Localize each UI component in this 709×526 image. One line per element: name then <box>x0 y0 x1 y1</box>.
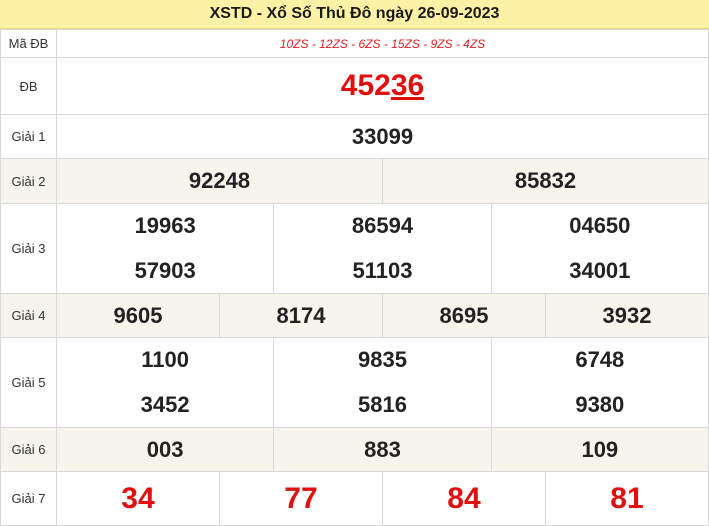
row-giai-1: Giải 1 33099 <box>0 114 709 159</box>
giai-3-cell: 04650 34001 <box>490 203 709 294</box>
giai-4-number: 8174 <box>218 293 383 338</box>
giai-3-number: 34001 <box>569 257 631 283</box>
giai-3-number: 51103 <box>352 257 413 283</box>
giai-3-label: Giải 3 <box>0 203 57 294</box>
giai-5-label: Giải 5 <box>0 337 57 428</box>
giai-4-number: 9605 <box>56 293 220 338</box>
row-giai-3: Giải 3 19963 57903 86594 51103 04650 34001 <box>0 203 709 294</box>
results-table: Mã ĐB 10ZS - 12ZS - 6ZS - 15ZS - 9ZS - 4… <box>0 29 709 526</box>
giai-5-number: 1100 <box>141 347 190 373</box>
giai-6-number: 109 <box>490 427 709 472</box>
giai-5-cell: 9835 5816 <box>273 337 492 428</box>
giai-2-number: 92248 <box>56 158 383 204</box>
giai-2-number: 85832 <box>381 158 709 204</box>
dac-biet-label: ĐB <box>0 57 57 115</box>
dac-biet-prefix: 452 <box>340 69 391 102</box>
giai-5-number: 5816 <box>357 391 407 417</box>
giai-4-label: Giải 4 <box>0 293 57 338</box>
row-dac-biet: ĐB 45236 <box>0 57 709 115</box>
giai-7-number: 81 <box>544 471 709 526</box>
row-giai-5: Giải 5 1100 3452 9835 5816 6748 9380 <box>0 337 709 428</box>
giai-3-number: 57903 <box>134 257 196 283</box>
row-giai-2: Giải 2 92248 85832 <box>0 158 709 204</box>
giai-5-cell: 6748 9380 <box>490 337 709 428</box>
giai-5-number: 3452 <box>140 391 190 417</box>
page-title: XSTD - Xổ Số Thủ Đô ngày 26-09-2023 <box>0 0 709 29</box>
giai-5-cell: 1100 3452 <box>55 337 275 428</box>
giai-3-cell: 19963 57903 <box>55 203 275 294</box>
giai-7-number: 34 <box>56 471 220 526</box>
giai-1-label: Giải 1 <box>0 114 57 159</box>
giai-3-cell: 86594 51103 <box>273 203 492 294</box>
giai-6-number: 883 <box>273 427 492 472</box>
giai-3-number: 86594 <box>351 213 414 239</box>
row-giai-4: Giải 4 9605 8174 8695 3932 <box>0 293 709 338</box>
giai-6-number: 003 <box>55 427 275 472</box>
giai-5-number: 9835 <box>357 347 407 373</box>
giai-1-number: 33099 <box>56 114 709 159</box>
dac-biet-suffix: 36 <box>390 69 425 102</box>
ma-db-value: 10ZS - 12ZS - 6ZS - 15ZS - 9ZS - 4ZS <box>56 29 709 58</box>
giai-7-number: 84 <box>381 471 546 526</box>
giai-3-number: 04650 <box>569 213 631 239</box>
giai-7-number: 77 <box>218 471 383 526</box>
dac-biet-number: 45236 <box>56 57 709 115</box>
giai-5-number: 6748 <box>575 347 625 373</box>
row-ma-db: Mã ĐB 10ZS - 12ZS - 6ZS - 15ZS - 9ZS - 4… <box>0 29 709 58</box>
row-giai-7: Giải 7 34 77 84 81 <box>0 471 709 526</box>
giai-4-number: 3932 <box>544 293 709 338</box>
ma-db-label: Mã ĐB <box>0 29 57 58</box>
giai-3-number: 19963 <box>134 213 196 239</box>
giai-2-label: Giải 2 <box>0 158 57 204</box>
row-giai-6: Giải 6 003 883 109 <box>0 427 709 472</box>
giai-5-number: 9380 <box>575 391 625 417</box>
giai-6-label: Giải 6 <box>0 427 57 472</box>
giai-4-number: 8695 <box>381 293 546 338</box>
giai-7-label: Giải 7 <box>0 471 57 526</box>
